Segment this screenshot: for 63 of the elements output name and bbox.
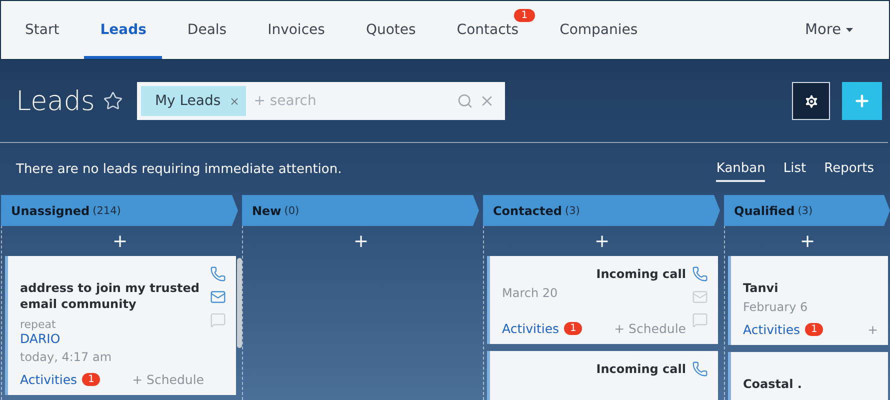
- settings-button[interactable]: [792, 82, 830, 120]
- add-card-button[interactable]: +: [725, 226, 890, 256]
- column-name: Unassigned: [11, 204, 90, 218]
- column-name: New: [252, 204, 282, 218]
- add-card-button[interactable]: +: [2, 226, 238, 256]
- nav-tab[interactable]: Quotes: [350, 1, 432, 59]
- lead-card[interactable]: Incoming call: [487, 351, 718, 400]
- activities-link[interactable]: Activities: [743, 322, 800, 337]
- nav-tab[interactable]: Leads: [84, 1, 162, 59]
- add-card-button[interactable]: +: [484, 226, 720, 256]
- nav-tab[interactable]: Companies: [544, 1, 654, 59]
- activity-count-badge: 1: [805, 323, 824, 336]
- add-button[interactable]: [842, 82, 882, 120]
- lead-card[interactable]: Tanvi February 6 Activities 1 +: [728, 256, 888, 345]
- card-title: Incoming call: [595, 266, 686, 282]
- card-date: March 20: [502, 286, 559, 300]
- nav-tab[interactable]: Start: [9, 1, 76, 59]
- column-count: (214): [92, 204, 121, 216]
- lead-card[interactable]: address to join my trusted email community repeat DARIO today, 4:17 am Activities 1 + Schedule: [5, 256, 236, 395]
- view-tab[interactable]: List: [783, 156, 806, 182]
- plus-icon: [853, 92, 871, 110]
- lead-card[interactable]: Incoming call March 20 Activities 1 + Schedule: [487, 256, 718, 344]
- phone-icon[interactable]: [692, 266, 708, 282]
- star-icon[interactable]: [102, 91, 123, 111]
- gear-icon: [802, 92, 820, 110]
- contact-link[interactable]: DARIO: [20, 331, 204, 346]
- activities-link[interactable]: Activities: [502, 321, 560, 336]
- filter-label: My Leads: [154, 93, 221, 109]
- card-subtitle: repeat: [20, 318, 57, 331]
- scrollbar[interactable]: [237, 258, 242, 348]
- column-name: Qualified: [734, 204, 795, 218]
- view-tab[interactable]: Reports: [824, 156, 874, 182]
- notice-text: There are no leads requiring immediate attention.: [16, 162, 342, 176]
- card-title: Coastal .: [743, 376, 803, 392]
- column-name: Contacted: [493, 204, 562, 218]
- page-title: Leads: [16, 86, 95, 116]
- lead-card[interactable]: Coastal .: [728, 352, 888, 400]
- card-title: Incoming call: [595, 361, 686, 377]
- column-count: (3): [798, 204, 813, 216]
- phone-icon[interactable]: [692, 361, 708, 377]
- activity-count-badge: 1: [564, 322, 582, 335]
- more-menu[interactable]: More: [805, 1, 877, 59]
- envelope-icon[interactable]: [210, 289, 226, 305]
- caret-icon: [846, 28, 853, 32]
- activity-count-badge: 1: [82, 373, 100, 386]
- activities-link[interactable]: Activities: [20, 372, 78, 387]
- nav-tab[interactable]: Invoices: [252, 1, 341, 59]
- column-count: (0): [284, 204, 300, 216]
- card-date: February 6: [743, 300, 809, 314]
- nav-tab[interactable]: Deals: [171, 1, 243, 59]
- card-date: today, 4:17 am: [20, 350, 113, 364]
- view-tab[interactable]: Kanban: [716, 156, 766, 182]
- phone-icon[interactable]: [210, 266, 226, 282]
- card-title: address to join my trusted email community: [20, 280, 200, 312]
- search-icon[interactable]: [456, 93, 473, 109]
- search-field[interactable]: My Leads + search: [136, 82, 505, 120]
- close-icon[interactable]: [228, 96, 240, 106]
- add-card-button[interactable]: +: [243, 226, 479, 256]
- notification-badge: 1: [514, 9, 535, 22]
- column-count: (3): [565, 204, 580, 216]
- nav-tab[interactable]: Contacts 1: [440, 1, 535, 59]
- filter-chip[interactable]: My Leads: [140, 86, 246, 116]
- card-title: Tanvi: [743, 280, 780, 296]
